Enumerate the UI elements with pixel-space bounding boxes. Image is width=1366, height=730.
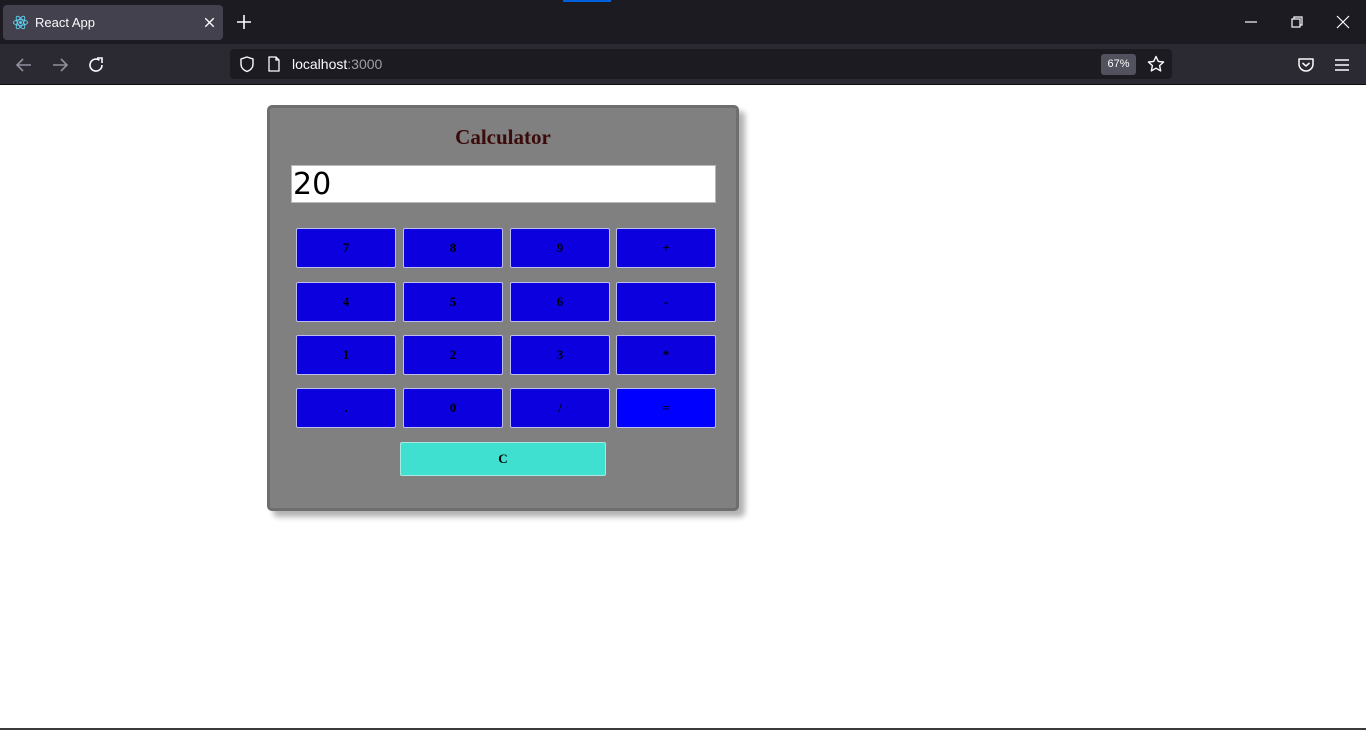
key-4[interactable]: 4 bbox=[296, 282, 396, 322]
hamburger-menu-icon[interactable] bbox=[1332, 55, 1352, 75]
calculator-display[interactable] bbox=[291, 165, 716, 203]
key-multiply[interactable]: * bbox=[616, 335, 716, 375]
key-divide[interactable]: / bbox=[510, 388, 610, 428]
tab-title: React App bbox=[35, 15, 95, 30]
key-6[interactable]: 6 bbox=[510, 282, 610, 322]
reload-icon[interactable] bbox=[86, 55, 106, 75]
url-host: localhost bbox=[292, 56, 348, 72]
url-text[interactable]: localhost:3000 bbox=[292, 56, 382, 73]
key-add[interactable]: + bbox=[616, 228, 716, 268]
arrow-left-icon[interactable] bbox=[14, 55, 34, 75]
navigation-toolbar: localhost:3000 67% bbox=[0, 44, 1366, 85]
address-bar[interactable]: localhost:3000 67% bbox=[230, 49, 1172, 79]
key-1[interactable]: 1 bbox=[296, 335, 396, 375]
calculator-panel: Calculator 7 8 9 + 4 5 6 - 1 2 3 * . 0 /… bbox=[267, 105, 739, 511]
close-tab-icon[interactable] bbox=[201, 14, 218, 31]
tracking-shield-icon[interactable] bbox=[238, 55, 256, 73]
clear-button[interactable]: C bbox=[400, 442, 606, 476]
close-window-icon[interactable] bbox=[1334, 13, 1352, 31]
key-equals[interactable]: = bbox=[616, 388, 716, 428]
key-2[interactable]: 2 bbox=[403, 335, 503, 375]
tab-react-app[interactable]: React App bbox=[3, 5, 223, 40]
key-0[interactable]: 0 bbox=[403, 388, 503, 428]
pocket-icon[interactable] bbox=[1296, 55, 1316, 75]
arrow-right-icon[interactable] bbox=[50, 55, 70, 75]
zoom-level-badge[interactable]: 67% bbox=[1101, 54, 1136, 75]
calculator-title: Calculator bbox=[455, 125, 551, 149]
restore-window-icon[interactable] bbox=[1288, 13, 1306, 31]
tab-strip: React App bbox=[0, 0, 1366, 44]
page-info-icon[interactable] bbox=[266, 55, 282, 73]
new-tab-icon[interactable] bbox=[234, 12, 254, 32]
key-3[interactable]: 3 bbox=[510, 335, 610, 375]
key-9[interactable]: 9 bbox=[510, 228, 610, 268]
key-8[interactable]: 8 bbox=[403, 228, 503, 268]
react-logo-icon bbox=[12, 15, 29, 30]
star-icon[interactable] bbox=[1146, 54, 1166, 74]
key-subtract[interactable]: - bbox=[616, 282, 716, 322]
key-7[interactable]: 7 bbox=[296, 228, 396, 268]
url-port: :3000 bbox=[347, 56, 383, 72]
key-5[interactable]: 5 bbox=[403, 282, 503, 322]
key-decimal[interactable]: . bbox=[296, 388, 396, 428]
minimize-window-icon[interactable] bbox=[1242, 13, 1260, 31]
tab-loading-indicator bbox=[563, 0, 611, 2]
